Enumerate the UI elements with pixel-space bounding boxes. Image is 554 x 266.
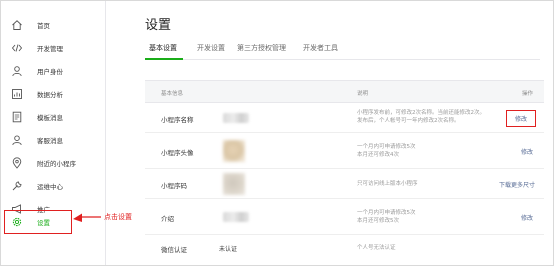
tab-basic-settings[interactable]: 基本设置 (149, 43, 177, 53)
qr-code-image (223, 173, 245, 195)
row-label: 微信认证 (161, 246, 187, 254)
row-label: 小程序头像 (161, 149, 194, 157)
location-icon (11, 157, 23, 169)
row-label: 小程序名称 (161, 116, 194, 124)
settings-panel: 基本信息 说明 操作 小程序名称 小程序发布前，可修改2次名称。当前还能修改2次… (145, 80, 544, 260)
support-icon (11, 134, 23, 146)
edit-name-button[interactable]: 修改 (505, 110, 537, 127)
redacted-intro (223, 212, 249, 222)
edit-intro-button[interactable]: 修改 (521, 213, 533, 222)
header-description: 说明 (357, 91, 369, 97)
row-desc-line: 本月还可修改4次 (357, 152, 399, 158)
user-icon (11, 65, 23, 77)
code-icon (11, 42, 23, 54)
sidebar-item-customer-service[interactable]: 客服消息 (1, 129, 105, 151)
tab-dev-settings[interactable]: 开发设置 (197, 43, 225, 53)
document-icon (11, 111, 23, 123)
sidebar-item-label: 运维中心 (37, 183, 63, 191)
download-sizes-link[interactable]: 下载更多尺寸 (499, 180, 535, 189)
sidebar-item-user-identity[interactable]: 用户身份 (1, 60, 105, 82)
sidebar-item-label: 设置 (37, 219, 50, 227)
table-row: 小程序码 只可访问线上版本小程序 下载更多尺寸 (145, 169, 544, 199)
sidebar-item-label: 附近的小程序 (37, 160, 76, 168)
sidebar-item-home[interactable]: 首页 (1, 14, 105, 36)
sidebar-item-label: 首页 (37, 22, 50, 30)
verification-status: 未认证 (219, 246, 238, 253)
annotation-arrow-icon (73, 213, 101, 222)
home-icon (11, 19, 23, 31)
tab-developer-tools[interactable]: 开发者工具 (303, 43, 338, 53)
row-desc-line: 小程序发布前，可修改2次名称。当前还能修改2次。 (357, 110, 486, 116)
sidebar-item-label: 用户身份 (37, 68, 63, 76)
table-row: 小程序名称 小程序发布前，可修改2次名称。当前还能修改2次。 发布后，个人帐号可… (145, 103, 544, 133)
edit-avatar-button[interactable]: 修改 (521, 147, 533, 156)
sidebar: 首页 开发管理 用户身份 数据分析 模板消息 客服消息 附近的小程序 运维中心 … (1, 1, 106, 265)
sidebar-item-ops-center[interactable]: 运维中心 (1, 175, 105, 197)
row-desc-line: 发布后，个人帐号可一年内修改2次名称。 (357, 118, 460, 124)
tab-third-party-auth[interactable]: 第三方授权管理 (237, 43, 286, 53)
page-title: 设置 (145, 18, 172, 33)
table-row: 介绍 一个月内可申请修改5次 本月还可修改5次 修改 (145, 199, 544, 235)
gear-icon (11, 216, 23, 228)
row-label: 介绍 (161, 215, 174, 223)
row-desc-line: 一个月内可申请修改5次 (357, 144, 416, 150)
table-row: 微信认证 未认证 个人号无法认证 (145, 235, 544, 259)
chart-icon (11, 88, 23, 100)
wrench-icon (11, 180, 23, 192)
row-desc-line: 一个月内可申请修改5次 (357, 210, 416, 216)
header-basic-info: 基本信息 (161, 91, 184, 97)
sidebar-item-template-message[interactable]: 模板消息 (1, 106, 105, 128)
active-tab-indicator (145, 58, 183, 60)
sidebar-item-nearby[interactable]: 附近的小程序 (1, 152, 105, 174)
row-desc-line: 只可访问线上版本小程序 (357, 181, 418, 187)
sidebar-item-data-analysis[interactable]: 数据分析 (1, 83, 105, 105)
sidebar-item-dev-management[interactable]: 开发管理 (1, 37, 105, 59)
sidebar-item-label: 客服消息 (37, 137, 63, 145)
settings-tabs: 基本设置 开发设置 第三方授权管理 开发者工具 (145, 40, 540, 60)
table-row: 小程序头像 一个月内可申请修改5次 本月还可修改4次 修改 (145, 133, 544, 169)
panel-header: 基本信息 说明 操作 (145, 81, 544, 103)
row-label: 小程序码 (161, 182, 187, 190)
avatar (223, 140, 245, 162)
sidebar-item-label: 开发管理 (37, 45, 63, 53)
sidebar-item-settings[interactable]: 设置 (4, 210, 72, 234)
redacted-name (223, 113, 249, 123)
row-desc-line: 个人号无法认证 (357, 245, 396, 251)
sidebar-item-label: 数据分析 (37, 91, 63, 99)
sidebar-item-label: 模板消息 (37, 114, 63, 122)
header-actions: 操作 (522, 91, 534, 97)
annotation-label: 点击设置 (104, 213, 132, 221)
row-desc-line: 本月还可修改5次 (357, 218, 399, 224)
